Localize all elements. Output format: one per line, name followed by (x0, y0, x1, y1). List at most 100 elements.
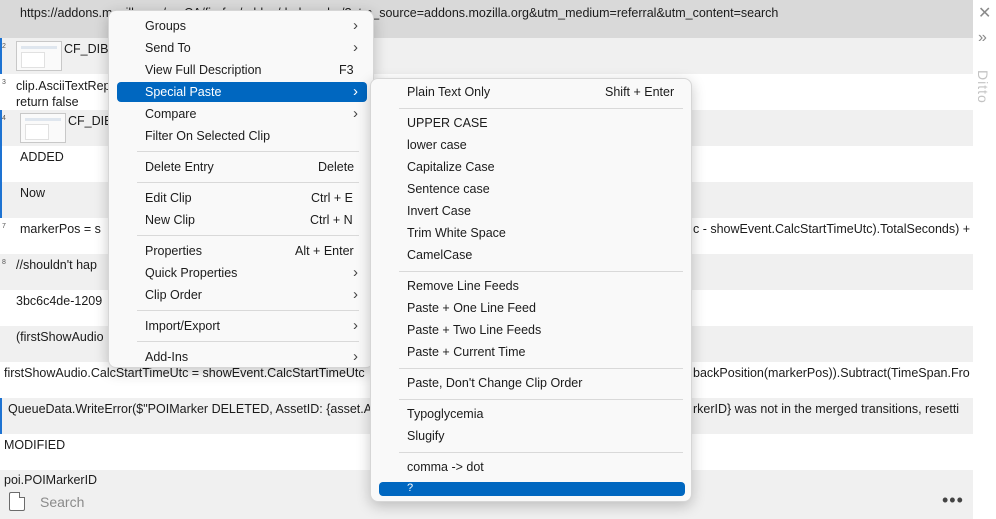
chevron-right-icon: › (353, 286, 358, 303)
menu-item-label: Add-Ins (145, 350, 189, 364)
menu-item-plain-text-only[interactable]: Plain Text Only Shift + Enter (379, 82, 685, 102)
clip-text-tail: c - showEvent.CalcStartTimeUtc).TotalSec… (693, 222, 971, 236)
menu-item-label: lower case (407, 138, 467, 152)
menu-item-label: Paste + One Line Feed (407, 301, 536, 315)
menu-item-view-full-description[interactable]: View Full Description F3 (117, 60, 367, 80)
row-number: 2 (2, 43, 6, 50)
menu-item-sentence-case[interactable]: Sentence case (379, 179, 685, 199)
chevron-right-icon: › (353, 83, 358, 100)
close-icon[interactable]: ✕ (978, 6, 991, 22)
clip-text: //shouldn't hap (16, 258, 97, 272)
menu-item-paste-one-line-feed[interactable]: Paste + One Line Feed (379, 298, 685, 318)
menu-separator (399, 271, 683, 272)
menu-item-special-paste[interactable]: Special Paste › (117, 82, 367, 102)
menu-separator (137, 151, 359, 152)
clip-text: clip.AsciiTextRep return false (16, 79, 111, 109)
context-menu: Groups › Send To › View Full Description… (108, 10, 374, 368)
menu-item-import-export[interactable]: Import/Export › (117, 316, 367, 336)
row-accent (0, 182, 2, 218)
search-input[interactable]: Search (40, 494, 84, 510)
menu-item-lower-case[interactable]: lower case (379, 135, 685, 155)
menu-separator (399, 368, 683, 369)
ditto-brand: Ditto (975, 70, 991, 104)
clip-text-tail: rkerID} was not in the merged transition… (693, 402, 960, 416)
menu-item-label: Trim White Space (407, 226, 506, 240)
menu-item-paste-current-time[interactable]: Paste + Current Time (379, 342, 685, 362)
image-thumbnail (20, 113, 66, 143)
menu-item-compare[interactable]: Compare › (117, 104, 367, 124)
menu-item-quick-properties[interactable]: Quick Properties › (117, 263, 367, 283)
menu-item-upper-case[interactable]: UPPER CASE (379, 113, 685, 133)
menu-item-clip-order[interactable]: Clip Order › (117, 285, 367, 305)
menu-item-remove-line-feeds[interactable]: Remove Line Feeds (379, 276, 685, 296)
menu-item-groups[interactable]: Groups › (117, 16, 367, 36)
menu-item-properties[interactable]: Properties Alt + Enter (117, 241, 367, 261)
row-number: 8 (2, 259, 6, 266)
chevron-right-icon: › (353, 317, 358, 334)
menu-item-camelcase[interactable]: CamelCase (379, 245, 685, 265)
menu-item-send-to[interactable]: Send To › (117, 38, 367, 58)
menu-separator (137, 341, 359, 342)
menu-item-paste-dont-change-clip-order[interactable]: Paste, Don't Change Clip Order (379, 373, 685, 393)
menu-item-paste-two-line-feeds[interactable]: Paste + Two Line Feeds (379, 320, 685, 340)
page-icon[interactable] (9, 492, 25, 511)
menu-item-label: Sentence case (407, 182, 490, 196)
clip-text: 3bc6c4de-1209 (16, 294, 103, 308)
row-number: 4 (2, 115, 6, 122)
more-options-icon[interactable]: ••• (942, 490, 964, 511)
special-paste-submenu: Plain Text Only Shift + Enter UPPER CASE… (370, 78, 692, 502)
menu-item-label: CamelCase (407, 248, 473, 262)
menu-item-comma-to-dot[interactable]: comma -> dot (379, 457, 685, 477)
menu-separator (399, 399, 683, 400)
menu-item-label: New Clip (145, 213, 196, 227)
menu-separator (137, 182, 359, 183)
menu-item-edit-clip[interactable]: Edit Clip Ctrl + E (117, 188, 367, 208)
chevron-right-icon: › (353, 17, 358, 34)
clip-text: Now (20, 186, 46, 200)
image-thumbnail (16, 41, 62, 71)
menu-item-label: Invert Case (407, 204, 471, 218)
sidebar: ✕ » Ditto (973, 0, 996, 488)
clip-text: MODIFIED (4, 438, 66, 452)
menu-item-invert-case[interactable]: Invert Case (379, 201, 685, 221)
clip-text: CF_DIB (68, 114, 113, 128)
menu-item-label: Delete Entry (145, 160, 214, 174)
menu-item-shortcut: F3 (339, 63, 354, 77)
menu-item-label: Groups (145, 19, 186, 33)
row-number: 7 (2, 223, 6, 230)
menu-item-new-clip[interactable]: New Clip Ctrl + N (117, 210, 367, 230)
clip-text: QueueData.WriteError($"POIMarker DELETED… (8, 402, 373, 416)
menu-item-unknown[interactable]: ? (379, 482, 685, 496)
menu-item-filter-on-selected-clip[interactable]: Filter On Selected Clip (117, 126, 367, 146)
clip-text: markerPos = s (20, 222, 101, 236)
menu-separator (399, 108, 683, 109)
chevron-right-icon: › (353, 348, 358, 365)
menu-item-trim-white-space[interactable]: Trim White Space (379, 223, 685, 243)
menu-item-delete-entry[interactable]: Delete Entry Delete (117, 157, 367, 177)
menu-item-label: Special Paste (145, 85, 222, 99)
menu-item-label: View Full Description (145, 63, 262, 77)
menu-item-add-ins[interactable]: Add-Ins › (117, 347, 367, 367)
menu-item-label: Edit Clip (145, 191, 192, 205)
menu-item-label: Plain Text Only (407, 85, 491, 99)
menu-item-slugify[interactable]: Slugify (379, 426, 685, 446)
menu-item-shortcut: Alt + Enter (295, 244, 354, 258)
menu-item-shortcut: Ctrl + E (311, 191, 354, 205)
clip-text: poi.POIMarkerID (4, 473, 98, 487)
expand-icon[interactable]: » (978, 30, 987, 46)
menu-item-label: Properties (145, 244, 202, 258)
menu-item-label: Paste + Two Line Feeds (407, 323, 542, 337)
menu-item-label: Quick Properties (145, 266, 238, 280)
menu-item-label: Slugify (407, 429, 445, 443)
clip-text: firstShowAudio.CalcStartTimeUtc = showEv… (4, 366, 365, 380)
chevron-right-icon: › (353, 264, 358, 281)
row-number: 3 (2, 79, 6, 86)
menu-item-label: comma -> dot (407, 460, 484, 474)
menu-item-shortcut: Shift + Enter (605, 85, 675, 99)
menu-item-label: Paste, Don't Change Clip Order (407, 376, 583, 390)
clip-text: CF_DIB (64, 42, 109, 56)
menu-item-typoglycemia[interactable]: Typoglycemia (379, 404, 685, 424)
menu-item-label: Typoglycemia (407, 407, 484, 421)
menu-item-capitalize-case[interactable]: Capitalize Case (379, 157, 685, 177)
menu-separator (137, 310, 359, 311)
